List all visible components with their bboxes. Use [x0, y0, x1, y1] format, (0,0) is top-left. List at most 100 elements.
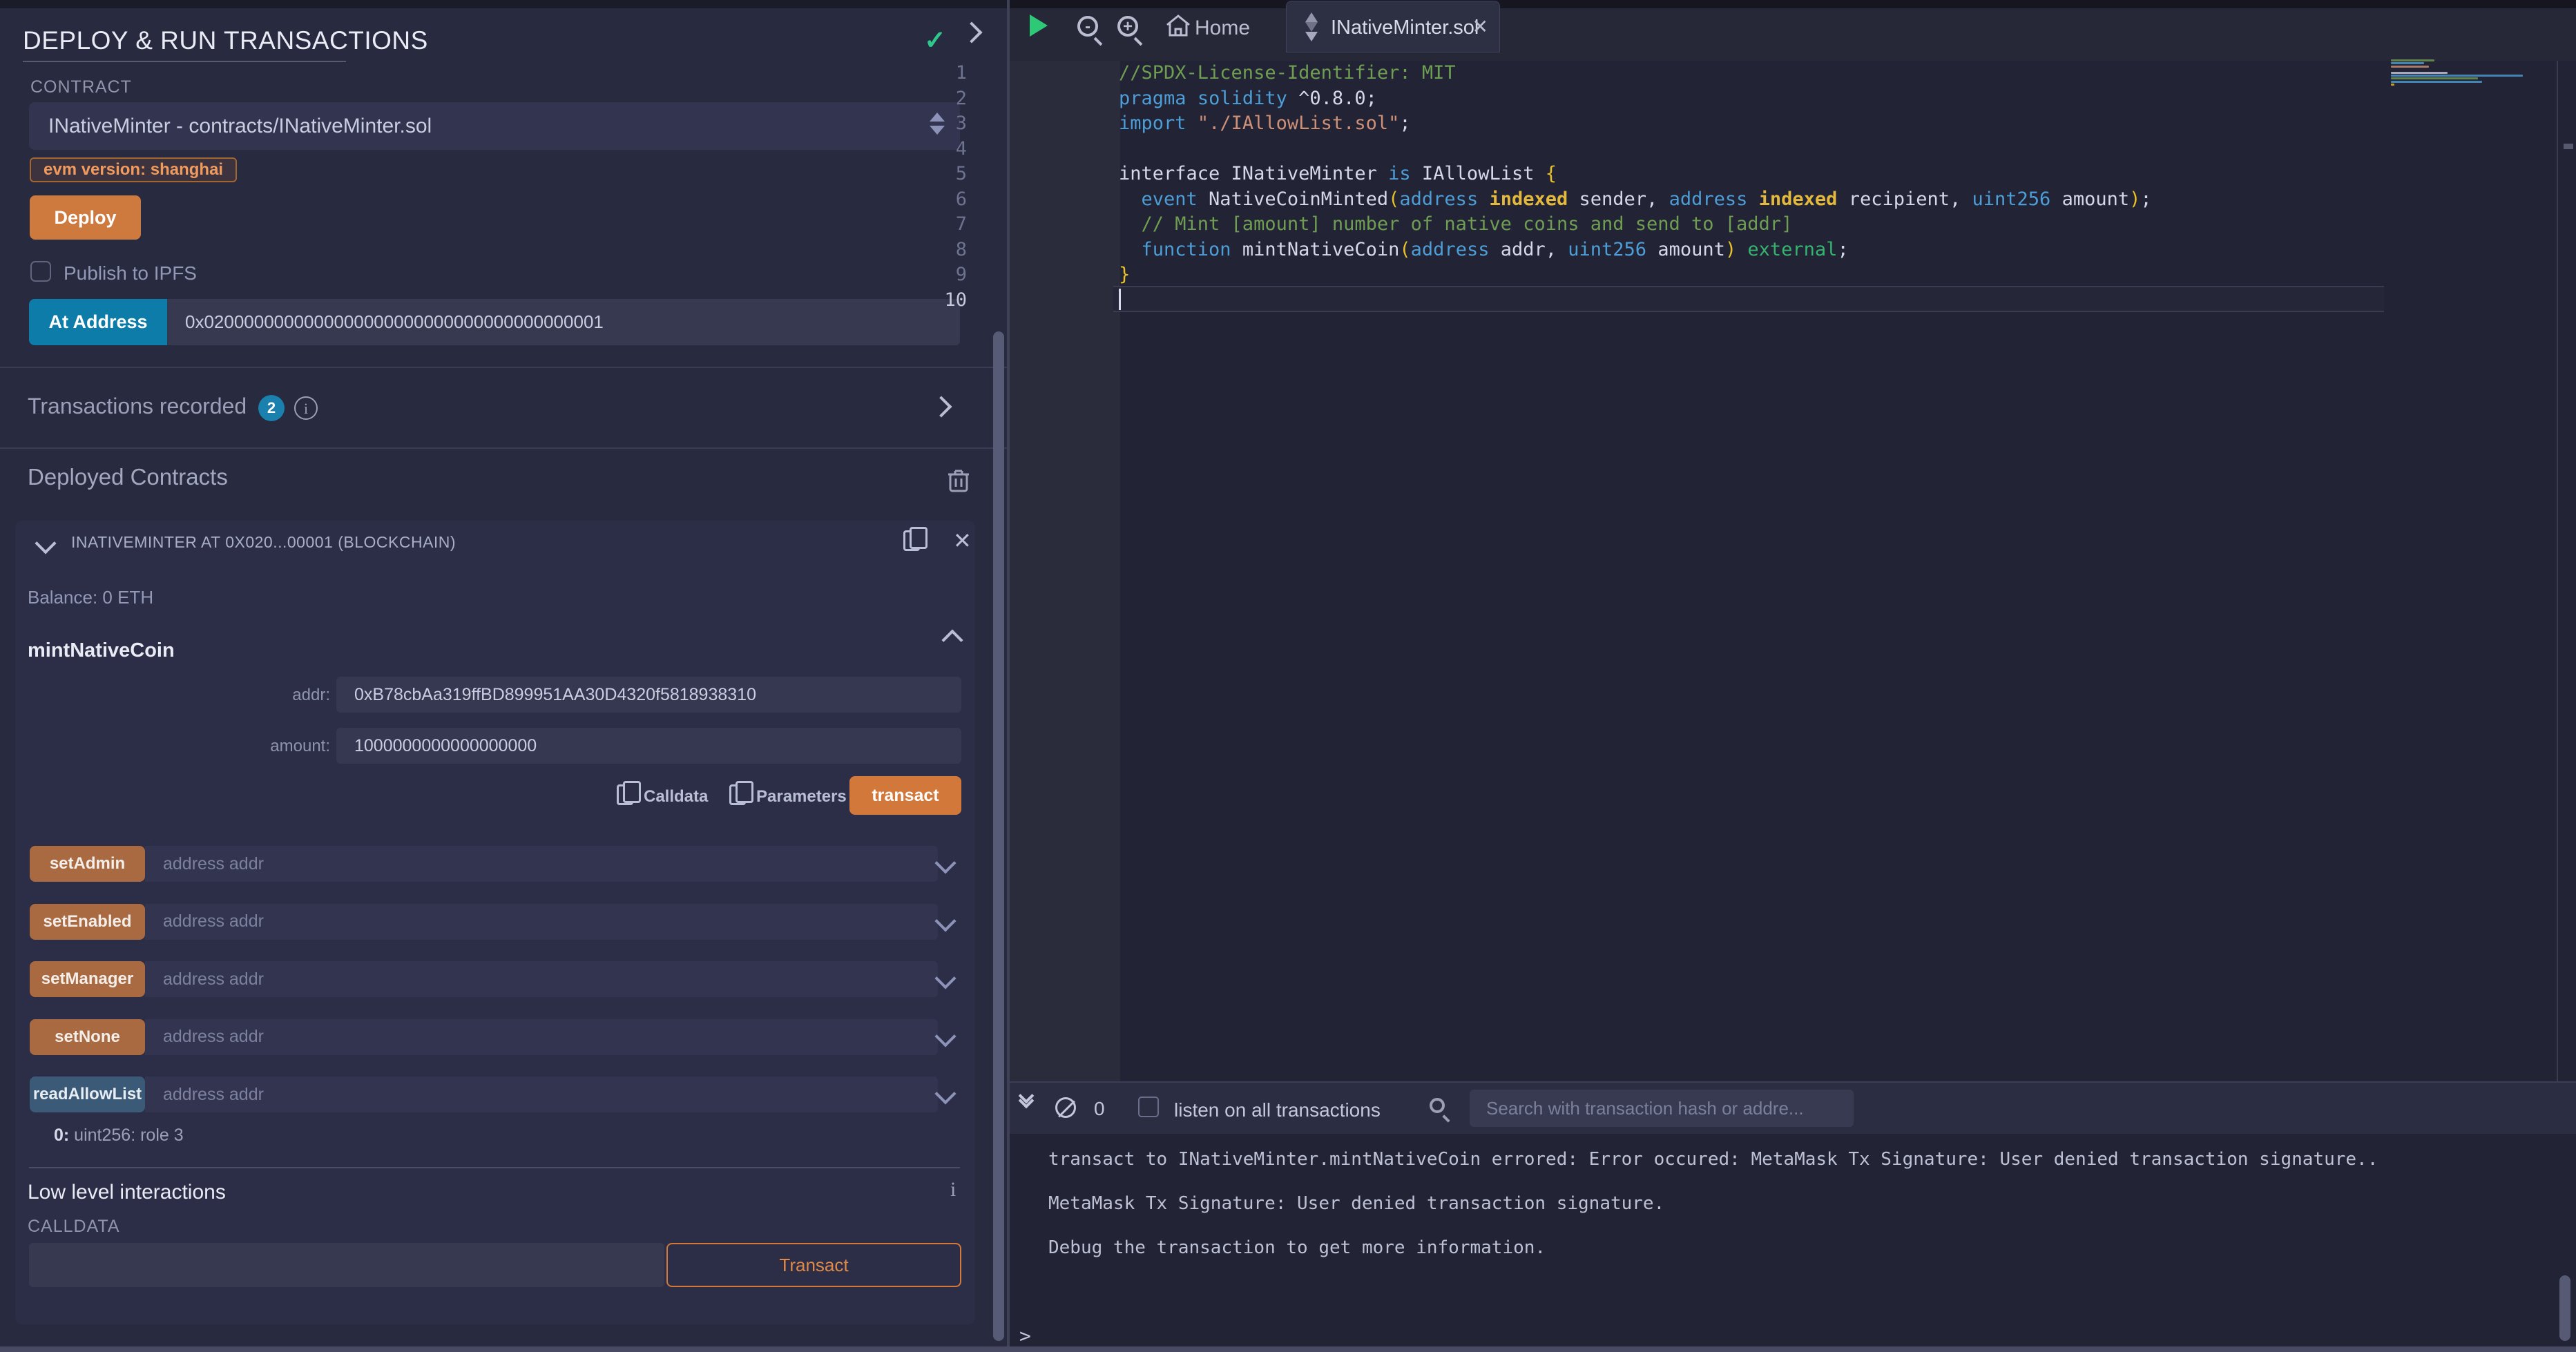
function-row: setNone — [30, 1019, 938, 1055]
panel-scrollbar[interactable] — [993, 331, 1004, 1341]
minimap-line — [2391, 81, 2482, 83]
function-row: readAllowList — [30, 1076, 938, 1112]
function-input-readAllowList[interactable] — [145, 1076, 938, 1112]
addr-field-input[interactable] — [336, 677, 961, 713]
minimap[interactable] — [2391, 59, 2557, 101]
copy-icon[interactable] — [903, 530, 920, 551]
home-icon[interactable] — [1166, 14, 1191, 37]
function-input-setManager[interactable] — [145, 961, 938, 997]
terminal-log-line: transact to INativeMinter.mintNativeCoin… — [1048, 1149, 2378, 1170]
pending-count: 0 — [1094, 1098, 1105, 1120]
function-input-setAdmin[interactable] — [145, 846, 938, 882]
instance-close-icon[interactable]: ✕ — [953, 528, 972, 554]
function-collapse-icon[interactable] — [945, 632, 960, 648]
zoom-in-icon[interactable]: + — [1117, 16, 1138, 37]
function-expand-icon[interactable] — [938, 1086, 953, 1101]
minimap-line — [2391, 62, 2424, 64]
low-level-transact-button[interactable]: Transact — [666, 1243, 961, 1287]
function-button-setAdmin[interactable]: setAdmin — [30, 846, 145, 882]
code-line-7: // Mint [amount] number of native coins … — [1119, 213, 1792, 235]
terminal-collapse-icon[interactable] — [1021, 1097, 1032, 1106]
function-button-setManager[interactable]: setManager — [30, 961, 145, 997]
terminal-search-input[interactable] — [1470, 1090, 1854, 1127]
calldata-label: CALLDATA — [28, 1217, 120, 1237]
line-number: 8 — [905, 239, 967, 260]
function-row: setAdmin — [30, 846, 938, 882]
check-icon: ✓ — [924, 25, 946, 56]
minimap-line — [2391, 72, 2448, 74]
code-line-3: import "./IAllowList.sol"; — [1119, 113, 1411, 134]
terminal-scrollbar[interactable] — [2559, 1275, 2570, 1341]
transactions-count-badge: 2 — [258, 395, 285, 421]
function-button-setEnabled[interactable]: setEnabled — [30, 904, 145, 940]
at-address-input[interactable] — [167, 299, 960, 345]
listen-all-label: listen on all transactions — [1174, 1099, 1381, 1121]
tab-home[interactable]: Home — [1195, 17, 1250, 40]
function-input-setNone[interactable] — [145, 1019, 938, 1055]
instance-collapse-icon[interactable] — [38, 536, 53, 551]
function-button-readAllowList[interactable]: readAllowList — [30, 1076, 145, 1112]
call-result-value: uint256: role 3 — [69, 1126, 183, 1145]
transact-button[interactable]: transact — [849, 776, 961, 815]
minimap-line — [2391, 66, 2429, 68]
trash-icon[interactable] — [948, 468, 970, 493]
balance-label: Balance: 0 ETH — [28, 587, 153, 608]
function-input-setEnabled[interactable] — [145, 904, 938, 940]
code-line-5: interface INativeMinter is IAllowList { — [1119, 163, 1557, 184]
evm-version-badge: evm version: shanghai — [30, 157, 237, 182]
calldata-input[interactable] — [29, 1243, 664, 1287]
transactions-expand-icon[interactable] — [934, 399, 949, 414]
parameters-action[interactable]: Parameters — [756, 787, 847, 807]
call-result: 0: uint256: role 3 — [54, 1126, 184, 1146]
function-expand-icon[interactable] — [938, 971, 953, 986]
editor-top-strip — [1010, 0, 2576, 8]
zoom-out-icon[interactable]: - — [1077, 16, 1098, 37]
calldata-action[interactable]: Calldata — [644, 787, 708, 807]
code-line-2: pragma solidity ^0.8.0; — [1119, 88, 1377, 109]
function-name: mintNativeCoin — [28, 639, 175, 662]
tab-close-icon[interactable]: ✕ — [1472, 15, 1488, 38]
deploy-button[interactable]: Deploy — [30, 195, 141, 240]
transactions-recorded-label: Transactions recorded — [28, 394, 247, 419]
listen-all-checkbox[interactable] — [1138, 1097, 1159, 1117]
tab-file[interactable]: INativeMinter.sol ✕ — [1286, 1, 1500, 52]
contract-label: CONTRACT — [30, 77, 132, 97]
function-expand-icon[interactable] — [938, 1029, 953, 1044]
copy-parameters-icon[interactable] — [729, 784, 746, 805]
copy-calldata-icon[interactable] — [617, 784, 633, 805]
info-icon[interactable]: i — [950, 1178, 956, 1201]
function-expand-icon[interactable] — [938, 856, 953, 871]
terminal-log-line: Debug the transaction to get more inform… — [1048, 1237, 1546, 1258]
function-expand-icon[interactable] — [938, 914, 953, 929]
amount-field-input[interactable] — [336, 728, 961, 764]
function-button-setNone[interactable]: setNone — [30, 1019, 145, 1055]
clear-console-icon[interactable] — [1055, 1097, 1076, 1118]
at-address-button[interactable]: At Address — [29, 299, 167, 345]
run-script-icon[interactable] — [1030, 15, 1048, 37]
panel-top-strip — [0, 0, 1007, 8]
search-icon — [1430, 1098, 1445, 1113]
publish-ipfs-checkbox[interactable] — [30, 261, 51, 282]
line-number: 7 — [905, 213, 967, 235]
function-row: setEnabled — [30, 904, 938, 940]
line-number: 1 — [905, 62, 967, 84]
addr-field-label: addr: — [207, 686, 330, 705]
line-number: 6 — [905, 189, 967, 210]
info-icon[interactable]: i — [294, 396, 318, 420]
editor-scroll-track — [2557, 61, 2558, 1081]
terminal: 0 listen on all transactions transact to… — [1010, 1081, 2576, 1346]
bottom-status-strip — [0, 1346, 2576, 1352]
terminal-prompt[interactable]: > — [1019, 1324, 1031, 1347]
panel-title: DEPLOY & RUN TRANSACTIONS — [23, 26, 428, 55]
contract-select-value: INativeMinter - contracts/INativeMinter.… — [48, 102, 432, 150]
separator — [0, 447, 1007, 449]
contract-select[interactable]: INativeMinter - contracts/INativeMinter.… — [29, 102, 960, 150]
minimap-line — [2391, 59, 2434, 61]
minimap-line — [2391, 84, 2394, 86]
code-line-8: function mintNativeCoin(address addr, ui… — [1119, 239, 1849, 260]
line-number: 2 — [905, 88, 967, 109]
deploy-run-panel: DEPLOY & RUN TRANSACTIONS ✓ CONTRACT INa… — [0, 0, 1007, 1352]
panel-collapse-arrow-icon[interactable] — [964, 25, 979, 40]
line-number: 3 — [905, 113, 967, 134]
editor-gutter — [1010, 61, 1120, 1081]
